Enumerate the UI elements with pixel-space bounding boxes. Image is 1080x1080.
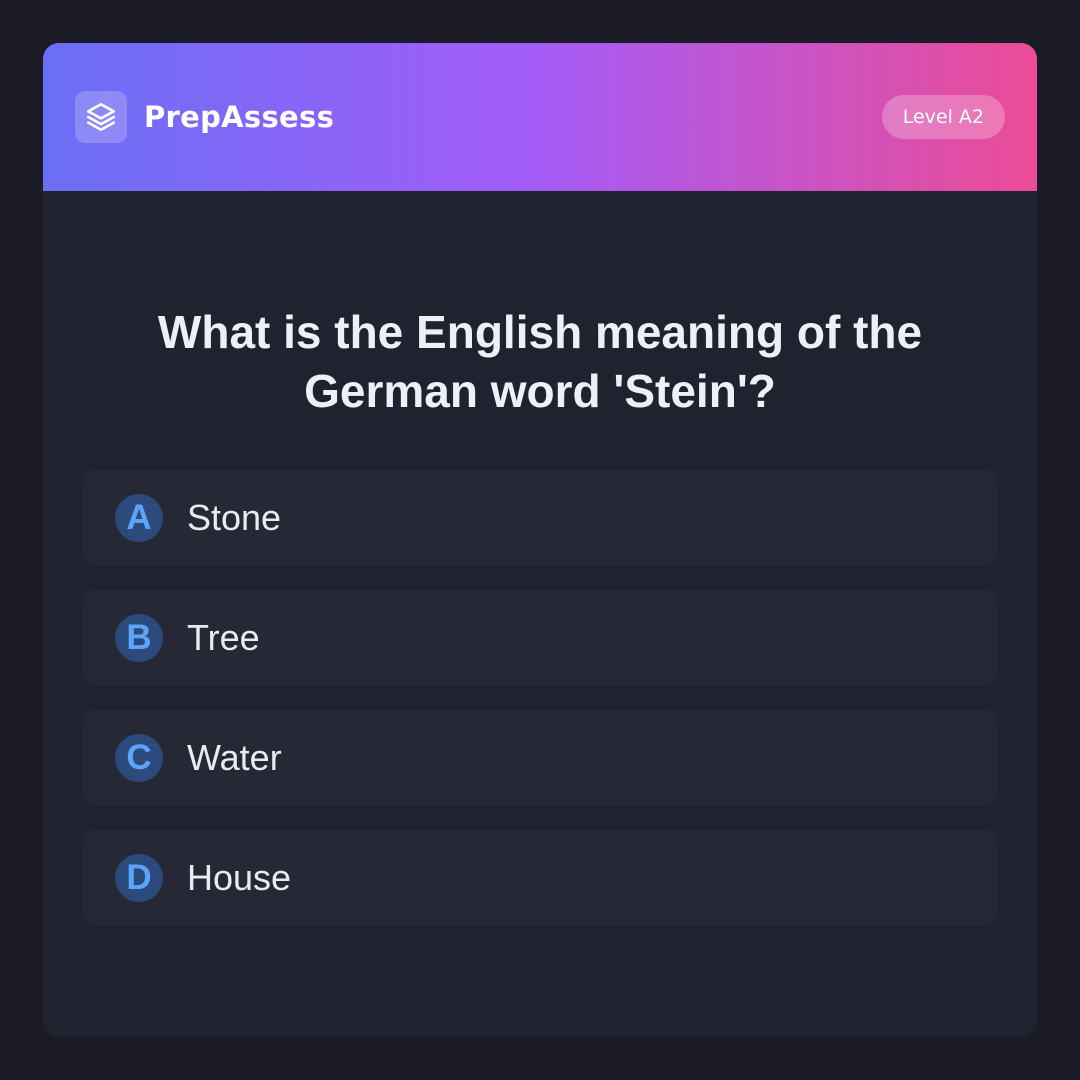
option-letter-badge: A (115, 494, 163, 542)
brand: PrepAssess (75, 91, 334, 143)
option-c[interactable]: C Water (83, 710, 997, 806)
option-letter-badge: B (115, 614, 163, 662)
option-b[interactable]: B Tree (83, 590, 997, 686)
option-letter-badge: D (115, 854, 163, 902)
option-a[interactable]: A Stone (83, 470, 997, 566)
layers-icon (75, 91, 127, 143)
answer-options: A Stone B Tree C Water D House (83, 470, 997, 950)
quiz-card: PrepAssess Level A2 What is the English … (43, 43, 1037, 1037)
option-label: Water (187, 737, 282, 778)
question-text: What is the English meaning of the Germa… (157, 306, 923, 417)
option-label: Stone (187, 497, 282, 538)
option-label: Tree (187, 617, 260, 658)
option-label: House (187, 857, 292, 898)
option-d[interactable]: D House (83, 830, 997, 926)
option-letter-badge: C (115, 734, 163, 782)
header-bar: PrepAssess Level A2 (43, 43, 1037, 191)
level-badge: Level A2 (881, 95, 1005, 139)
app-name: PrepAssess (144, 100, 335, 134)
